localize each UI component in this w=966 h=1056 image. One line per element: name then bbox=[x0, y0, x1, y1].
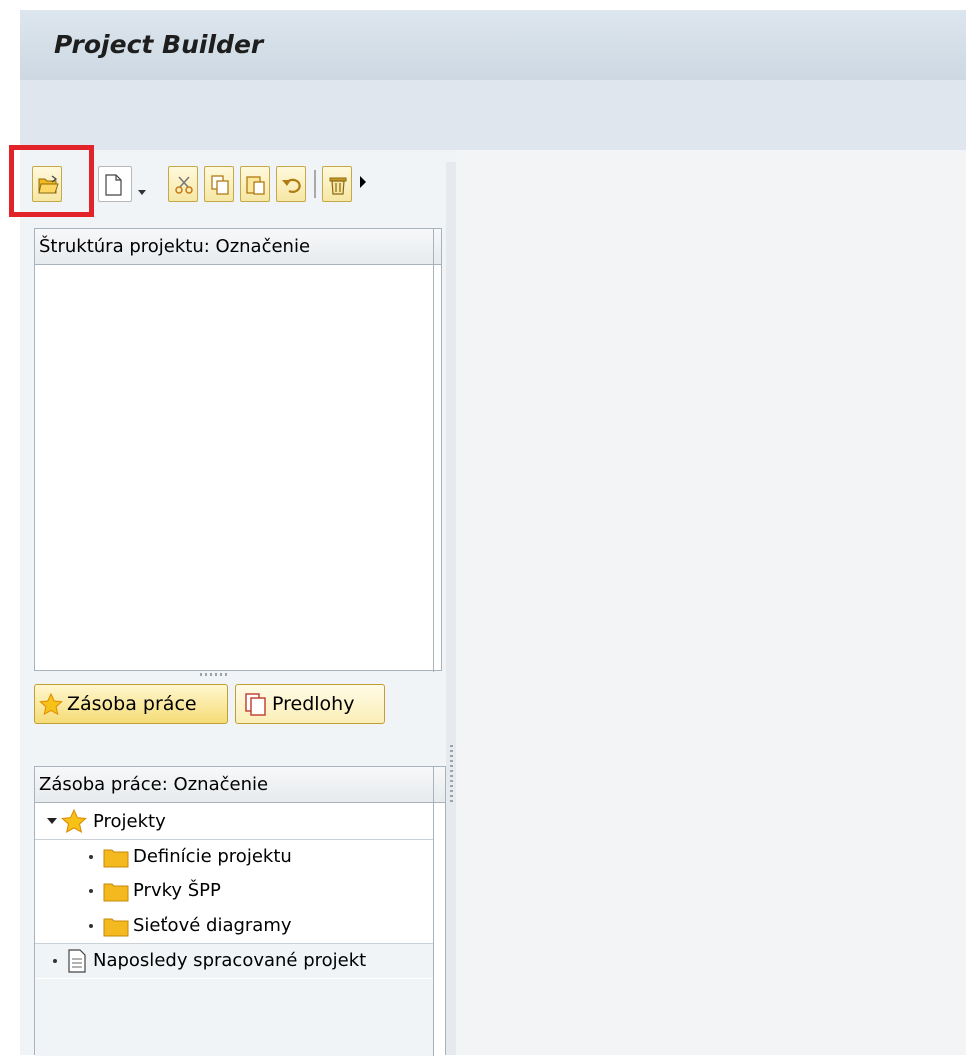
highlight-box bbox=[9, 145, 94, 217]
document-icon bbox=[68, 949, 86, 973]
tree-empty-area bbox=[35, 979, 433, 1056]
bullet bbox=[89, 889, 93, 893]
toolbar-separator bbox=[314, 170, 316, 198]
chevron-down-icon[interactable] bbox=[138, 190, 146, 195]
paste-button[interactable] bbox=[240, 166, 270, 202]
tab-worklist-label: Zásoba práce bbox=[67, 693, 197, 715]
application-toolbar bbox=[20, 80, 966, 150]
tree-node-wbs-elements[interactable]: Prvky ŠPP bbox=[35, 874, 433, 908]
tab-templates[interactable]: Predlohy bbox=[235, 684, 385, 724]
tab-templates-label: Predlohy bbox=[272, 693, 355, 715]
trash-icon bbox=[329, 177, 347, 195]
copy-button[interactable] bbox=[204, 166, 234, 202]
templates-icon bbox=[245, 693, 266, 716]
right-pane bbox=[456, 150, 966, 1055]
tree-node-label: Definície projektu bbox=[133, 846, 292, 867]
delete-button[interactable] bbox=[322, 166, 352, 202]
paste-icon bbox=[246, 176, 265, 195]
expand-icon[interactable] bbox=[47, 818, 57, 824]
structure-panel: Štruktúra projektu: Označenie bbox=[34, 228, 442, 672]
new-document-icon bbox=[105, 174, 122, 196]
scissors-icon bbox=[175, 176, 193, 194]
tree-node-recent-projects[interactable]: Naposledy spracované projekt bbox=[35, 944, 433, 978]
tree-node-projects[interactable]: Projekty bbox=[35, 805, 433, 840]
folder-icon bbox=[103, 883, 129, 902]
folder-icon bbox=[103, 849, 129, 868]
bullet bbox=[89, 855, 93, 859]
cut-button[interactable] bbox=[168, 166, 198, 202]
tree-node-project-definitions[interactable]: Definície projektu bbox=[35, 840, 433, 874]
undo-button[interactable] bbox=[276, 166, 306, 202]
create-button[interactable] bbox=[98, 166, 132, 202]
app-title: Project Builder bbox=[54, 30, 264, 59]
worklist-panel-header: Zásoba práce: Označenie bbox=[35, 767, 445, 803]
structure-panel-header: Štruktúra projektu: Označenie bbox=[35, 229, 441, 265]
copy-icon bbox=[211, 175, 229, 195]
tree-node-label: Prvky ŠPP bbox=[133, 880, 221, 901]
tree-node-label: Naposledy spracované projekt bbox=[93, 950, 367, 971]
tab-worklist[interactable]: Zásoba práce bbox=[34, 684, 228, 724]
worklist-panel: Zásoba práce: Označenie Projekty Definíc… bbox=[34, 766, 446, 1056]
tree-node-label: Sieťové diagramy bbox=[133, 915, 292, 936]
bullet bbox=[89, 924, 93, 928]
title-bar: Project Builder bbox=[20, 10, 966, 81]
horizontal-splitter-grip[interactable] bbox=[200, 673, 230, 676]
triangle-right-icon[interactable] bbox=[360, 176, 366, 188]
column-divider[interactable] bbox=[433, 767, 434, 1056]
vertical-splitter[interactable] bbox=[446, 162, 456, 1055]
tree-node-label: Projekty bbox=[93, 811, 166, 832]
column-divider[interactable] bbox=[433, 229, 434, 672]
undo-icon bbox=[282, 178, 301, 193]
splitter-grip[interactable] bbox=[450, 745, 453, 805]
tree-node-network-diagrams[interactable]: Sieťové diagramy bbox=[35, 909, 433, 944]
bullet bbox=[53, 959, 57, 963]
star-icon bbox=[39, 693, 63, 716]
star-icon bbox=[61, 809, 87, 834]
folder-icon bbox=[103, 918, 129, 937]
